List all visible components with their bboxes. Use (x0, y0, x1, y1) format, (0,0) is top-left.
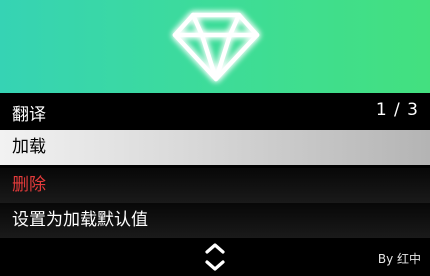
menu-item-delete[interactable]: 删除 (0, 168, 430, 203)
diamond-icon (172, 12, 260, 82)
menu-item-label: 加载 (12, 137, 46, 157)
credit-text: By 红中 (377, 252, 421, 266)
menu-item-set-default[interactable]: 设置为加载默认值 (0, 203, 430, 238)
menu-footer: By 红中 (0, 238, 430, 276)
menu-banner (0, 0, 430, 93)
menu-item-label: 删除 (12, 175, 46, 195)
menu-title: 翻译 (12, 105, 46, 125)
menu-item-load[interactable]: 加载 (0, 130, 430, 165)
menu-item-label: 设置为加载默认值 (12, 210, 148, 230)
up-down-chevrons-icon[interactable] (203, 241, 227, 273)
native-menu: 翻译 1 / 3 加载 删除 设置为加载默认值 By 红中 (0, 0, 430, 276)
menu-header: 翻译 1 / 3 (0, 93, 430, 130)
item-counter: 1 / 3 (375, 100, 419, 120)
